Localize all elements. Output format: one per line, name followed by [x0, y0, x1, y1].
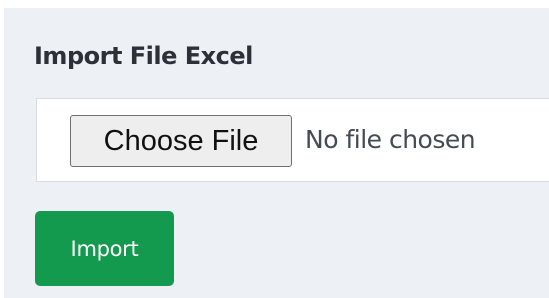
choose-file-button[interactable]: Choose File — [70, 115, 292, 167]
import-title: Import File Excel — [34, 42, 253, 70]
import-button[interactable]: Import — [35, 211, 174, 286]
import-panel: Import File Excel Choose File No file ch… — [4, 8, 549, 298]
file-status-text: No file chosen — [305, 125, 476, 154]
file-input[interactable]: Choose File No file chosen — [36, 98, 549, 182]
